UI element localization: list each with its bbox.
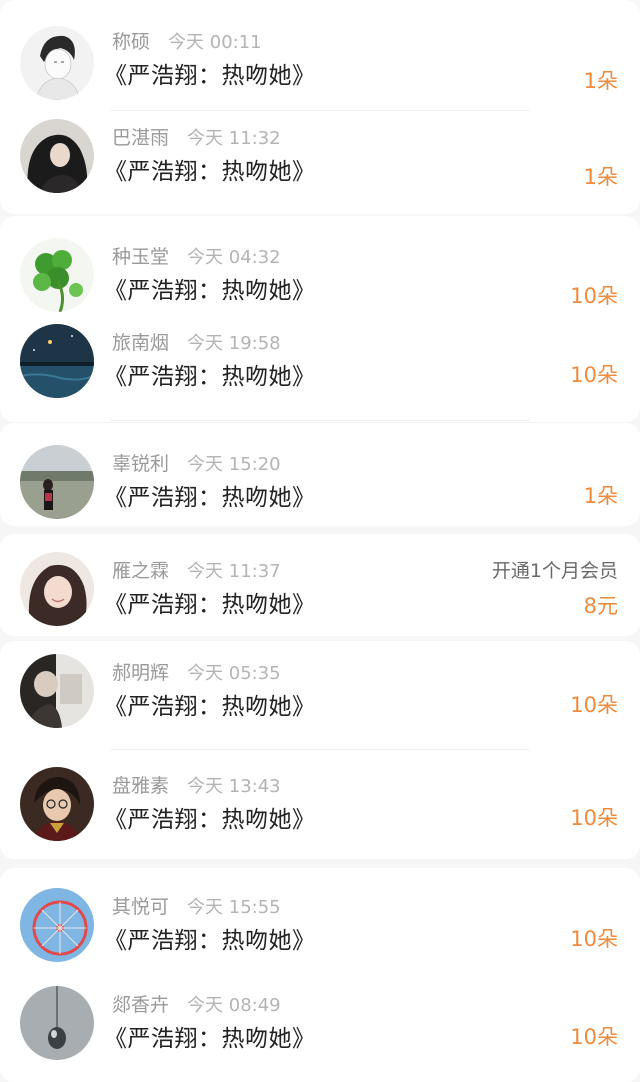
gift-amount: 10朵 [570,284,618,308]
list-item[interactable]: 郯香卉 今天 08:49 《严浩翔：热吻她》 10朵 [0,986,640,1079]
name-time-line: 郯香卉 今天 08:49 [112,991,281,1019]
user-name[interactable]: 称硕 [112,31,150,53]
name-time-line: 雁之霖 今天 11:37 [112,557,281,585]
boy-with-glasses-avatar-icon [20,767,94,841]
divider [110,420,530,421]
gift-amount: 10朵 [570,363,618,387]
book-title[interactable]: 《严浩翔：热吻她》 [104,154,316,190]
name-time-line: 郝明辉 今天 05:35 [112,659,281,687]
name-time-line: 旅南烟 今天 19:58 [112,329,281,357]
user-name[interactable]: 其悦可 [112,896,169,918]
book-title[interactable]: 《严浩翔：热吻她》 [104,923,316,959]
user-name[interactable]: 雁之霖 [112,560,169,582]
list-item[interactable]: 巴湛雨 今天 11:32 《严浩翔：热吻她》 1朵 [0,119,640,212]
timestamp: 今天 00:11 [168,32,262,53]
user-name[interactable]: 旅南烟 [112,332,169,354]
book-title[interactable]: 《严浩翔：热吻她》 [104,58,316,94]
book-title[interactable]: 《严浩翔：热吻她》 [104,359,316,395]
boy-sketch-avatar-icon [20,26,94,100]
timestamp: 今天 04:32 [187,247,281,268]
gift-record-list: 称硕 今天 00:11 《严浩翔：热吻她》 1朵 巴湛雨 今天 11:32 《严浩翔… [0,0,640,1082]
gift-amount: 8元 [583,594,618,618]
divider [110,749,530,750]
name-time-line: 种玉堂 今天 04:32 [112,243,281,271]
timestamp: 今天 19:58 [187,333,281,354]
avatar[interactable] [20,888,94,962]
avatar[interactable] [20,238,94,312]
book-title[interactable]: 《严浩翔：热吻她》 [104,689,316,725]
smiling-girl-avatar-icon [20,552,94,626]
book-title[interactable]: 《严浩翔：热吻她》 [104,480,316,516]
clover-avatar-icon [20,238,94,312]
list-item[interactable]: 种玉堂 今天 04:32 《严浩翔：热吻她》 10朵 [0,238,640,331]
avatar[interactable] [20,26,94,100]
night-lake-avatar-icon [20,324,94,398]
ferris-wheel-avatar-icon [20,888,94,962]
avatar[interactable] [20,119,94,193]
user-name[interactable]: 郯香卉 [112,994,169,1016]
girl-in-field-avatar-icon [20,445,94,519]
book-title[interactable]: 《严浩翔：热吻她》 [104,587,316,623]
name-time-line: 巴湛雨 今天 11:32 [112,124,281,152]
list-item[interactable]: 称硕 今天 00:11 《严浩翔：热吻她》 1朵 [0,26,640,116]
name-time-line: 称硕 今天 00:11 [112,28,262,56]
list-item[interactable]: 盘雅素 今天 13:43 《严浩翔：热吻她》 10朵 [0,767,640,860]
gift-amount: 10朵 [570,1025,618,1049]
list-item[interactable]: 旅南烟 今天 19:58 《严浩翔：热吻她》 10朵 [0,324,640,417]
gift-amount: 10朵 [570,927,618,951]
avatar[interactable] [20,324,94,398]
gift-amount: 1朵 [583,69,618,93]
book-title[interactable]: 《严浩翔：热吻她》 [104,802,316,838]
user-name[interactable]: 巴湛雨 [112,127,169,149]
avatar[interactable] [20,445,94,519]
timestamp: 今天 13:43 [187,776,281,797]
list-item[interactable]: 雁之霖 今天 11:37 开通1个月会员 《严浩翔：热吻她》 8元 [0,552,640,645]
avatar[interactable] [20,767,94,841]
book-title[interactable]: 《严浩翔：热吻她》 [104,273,316,309]
timestamp: 今天 11:32 [187,128,281,149]
book-title[interactable]: 《严浩翔：热吻她》 [104,1021,316,1057]
name-time-line: 其悦可 今天 15:55 [112,893,281,921]
avatar[interactable] [20,986,94,1060]
timestamp: 今天 11:37 [187,561,281,582]
avatar[interactable] [20,654,94,728]
list-item[interactable]: 其悦可 今天 15:55 《严浩翔：热吻她》 10朵 [0,888,640,981]
gift-amount: 10朵 [570,693,618,717]
list-item[interactable]: 辜锐利 今天 15:20 《严浩翔：热吻她》 1朵 [0,445,640,538]
sketch-figures-avatar-icon [20,654,94,728]
name-time-line: 盘雅素 今天 13:43 [112,772,281,800]
membership-note: 开通1个月会员 [491,560,618,582]
user-name[interactable]: 郝明辉 [112,662,169,684]
gift-amount: 10朵 [570,806,618,830]
avatar[interactable] [20,552,94,626]
dark-hair-girl-avatar-icon [20,119,94,193]
timestamp: 今天 08:49 [187,995,281,1016]
timestamp: 今天 15:55 [187,897,281,918]
gift-amount: 1朵 [583,484,618,508]
gift-amount: 1朵 [583,165,618,189]
list-item[interactable]: 郝明辉 今天 05:35 《严浩翔：热吻她》 10朵 [0,654,640,747]
timestamp: 今天 15:20 [187,454,281,475]
water-drop-avatar-icon [20,986,94,1060]
user-name[interactable]: 辜锐利 [112,453,169,475]
name-time-line: 辜锐利 今天 15:20 [112,450,281,478]
timestamp: 今天 05:35 [187,663,281,684]
user-name[interactable]: 盘雅素 [112,775,169,797]
user-name[interactable]: 种玉堂 [112,246,169,268]
